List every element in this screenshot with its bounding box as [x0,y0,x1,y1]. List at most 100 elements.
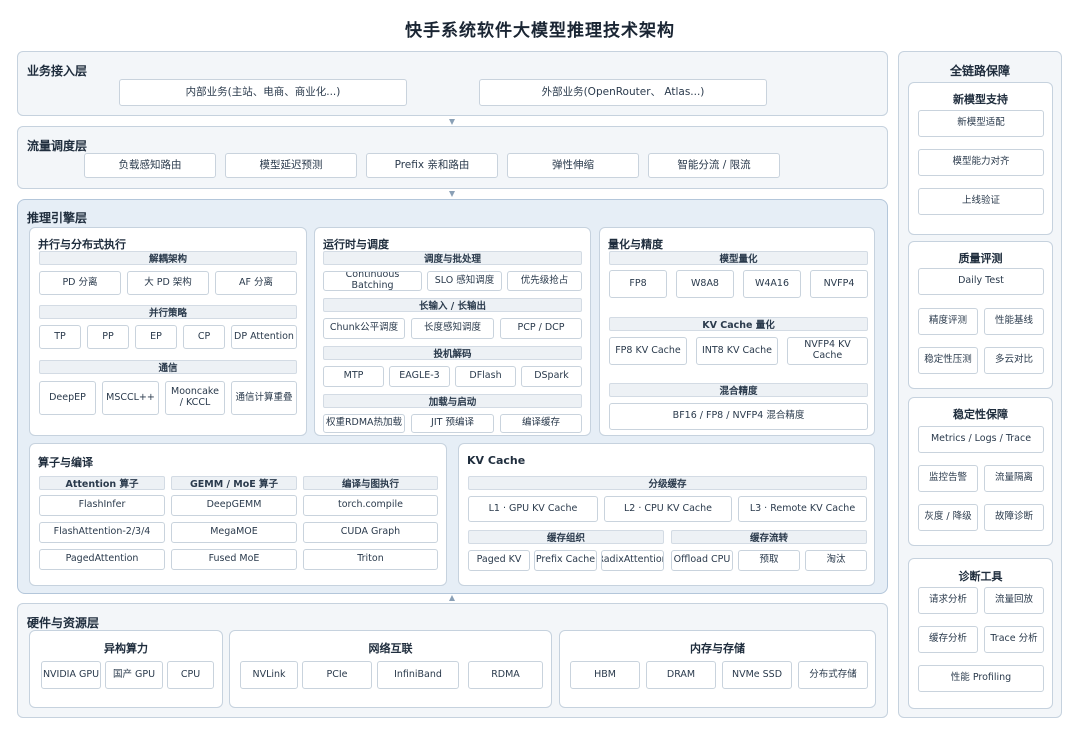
traffic-item: 智能分流 / 限流 [648,153,780,178]
runtime-item: 权重RDMA热加载 [323,414,405,433]
hw-item: RDMA [468,661,543,689]
quant-item: NVFP4 KV Cache [787,337,868,365]
hw-item: CPU [167,661,214,689]
kvcache-org-item: Paged KV [468,550,530,571]
hw-group-title: 异构算力 [104,642,148,655]
kernel-item: torch.compile [303,495,438,516]
quant-item: W4A16 [743,270,801,298]
guarantee-group: 新模型支持 新模型适配 模型能力对齐 上线验证 [908,82,1053,235]
guarantee-group: 质量评测 Daily Test 精度评测 性能基线 稳定性压测 多云对比 [908,241,1053,389]
guarantee-item: 灰度 / 降级 [918,504,978,531]
section-header: 调度与批处理 [323,251,582,265]
guarantee-item: 流量回放 [984,587,1044,614]
guarantee-item: 请求分析 [918,587,978,614]
arrow-down-icon [449,119,455,125]
kvcache-flow-item: 淘汰 [805,550,867,571]
kernel-item: Triton [303,549,438,570]
section-header: 分级缓存 [468,476,867,490]
parallel-item: PD 分离 [39,271,121,295]
section-header: 并行策略 [39,305,297,319]
guarantee-item: 精度评测 [918,308,978,335]
hw-item: NVIDIA GPU [41,661,101,689]
section-header: 模型量化 [609,251,868,265]
runtime-item: Chunk公平调度 [323,318,405,339]
quant-panel-title: 量化与精度 [608,238,663,251]
hw-group-title: 网络互联 [368,642,413,655]
parallel-panel-title: 并行与分布式执行 [38,238,126,251]
quant-item: NVFP4 [810,270,868,298]
runtime-panel-title: 运行时与调度 [323,238,389,251]
guarantee-item: 模型能力对齐 [918,149,1044,176]
guarantee-item: Trace 分析 [984,626,1044,653]
kernel-item: PagedAttention [39,549,165,570]
parallel-item: AF 分离 [215,271,297,295]
external-business-box: 外部业务(OpenRouter、 Atlas...) [479,79,767,106]
guarantee-item: 监控告警 [918,465,978,492]
guarantee-group: 稳定性保障 Metrics / Logs / Trace 监控告警 流量隔离 灰… [908,397,1053,546]
parallel-item: EP [135,325,177,349]
parallel-item: 大 PD 架构 [127,271,209,295]
parallel-item: CP [183,325,225,349]
parallel-panel: 并行与分布式执行 解耦架构 PD 分离 大 PD 架构 AF 分离 并行策略 T… [29,227,307,436]
guarantee-title: 全链路保障 [949,64,1010,78]
parallel-item: TP [39,325,81,349]
kernel-item: DeepGEMM [171,495,297,516]
hw-item: NVLink [240,661,298,689]
kernel-item: FlashAttention-2/3/4 [39,522,165,543]
kvcache-flow-item: Offload CPU [671,550,733,571]
section-header: 投机解码 [323,346,582,360]
guarantee-item: 上线验证 [918,188,1044,215]
traffic-item: 弹性伸缩 [507,153,639,178]
runtime-item: DFlash [455,366,516,387]
kvcache-org-item: Prefix Cache [534,550,597,571]
business-layer-title: 业务接入层 [27,64,88,78]
guarantee-column: 全链路保障 新模型支持 新模型适配 模型能力对齐 上线验证 质量评测 Daily… [898,51,1062,718]
hardware-layer: 硬件与资源层 异构算力 NVIDIA GPU 国产 GPU CPU 网络互联 N… [17,603,888,718]
guarantee-group: 诊断工具 请求分析 流量回放 缓存分析 Trace 分析 性能 Profilin… [908,558,1053,709]
runtime-item: EAGLE-3 [389,366,450,387]
guarantee-item: 性能 Profiling [918,665,1044,692]
quant-item: INT8 KV Cache [696,337,778,365]
hw-item: HBM [570,661,640,689]
engine-layer-title: 推理引擎层 [27,211,88,225]
runtime-item: JIT 预编译 [411,414,494,433]
column-header: Attention 算子 [39,476,165,490]
arrow-up-icon [449,595,455,601]
runtime-item: PCP / DCP [500,318,582,339]
parallel-item: MSCCL++ [102,381,159,415]
traffic-item: 模型延迟预测 [225,153,357,178]
quant-item: W8A8 [676,270,734,298]
kvcache-org-item: RadixAttention [601,550,664,571]
traffic-layer-title: 流量调度层 [27,139,88,153]
hw-group-title: 内存与存储 [690,642,745,655]
hw-group-compute: 异构算力 NVIDIA GPU 国产 GPU CPU [29,630,223,708]
guarantee-group-title: 新模型支持 [953,93,1008,106]
parallel-item: DeepEP [39,381,96,415]
hardware-layer-title: 硬件与资源层 [27,616,100,630]
kernel-panel: 算子与编译 Attention 算子 FlashInfer FlashAtten… [29,443,447,586]
quant-item: FP8 KV Cache [609,337,687,365]
kernel-item: MegaMOE [171,522,297,543]
section-header: 缓存组织 [468,530,664,544]
hw-item: PCIe [302,661,372,689]
traffic-item: Prefix 亲和路由 [366,153,498,178]
page-title: 快手系统软件大模型推理技术架构 [405,21,675,41]
kernel-item: Fused MoE [171,549,297,570]
kvcache-flow-item: 预取 [738,550,800,571]
kernel-item: FlashInfer [39,495,165,516]
kernel-panel-title: 算子与编译 [38,456,93,469]
parallel-item: Mooncake / KCCL [165,381,225,415]
section-header: 长输入 / 长输出 [323,298,582,312]
hw-item: 分布式存储 [798,661,868,689]
hw-item: 国产 GPU [105,661,163,689]
guarantee-item: 多云对比 [984,347,1044,374]
quant-panel: 量化与精度 模型量化 FP8 W8A8 W4A16 NVFP4 KV Cache… [599,227,875,436]
hw-item: DRAM [646,661,716,689]
runtime-item: 编译缓存 [500,414,582,433]
parallel-item: PP [87,325,129,349]
kvcache-panel: KV Cache 分级缓存 L1 · GPU KV Cache L2 · CPU… [458,443,875,586]
guarantee-item: 新模型适配 [918,110,1044,137]
section-header: 缓存流转 [671,530,867,544]
internal-business-box: 内部业务(主站、电商、商业化...) [119,79,407,106]
kvcache-tier-item: L2 · CPU KV Cache [604,496,732,522]
